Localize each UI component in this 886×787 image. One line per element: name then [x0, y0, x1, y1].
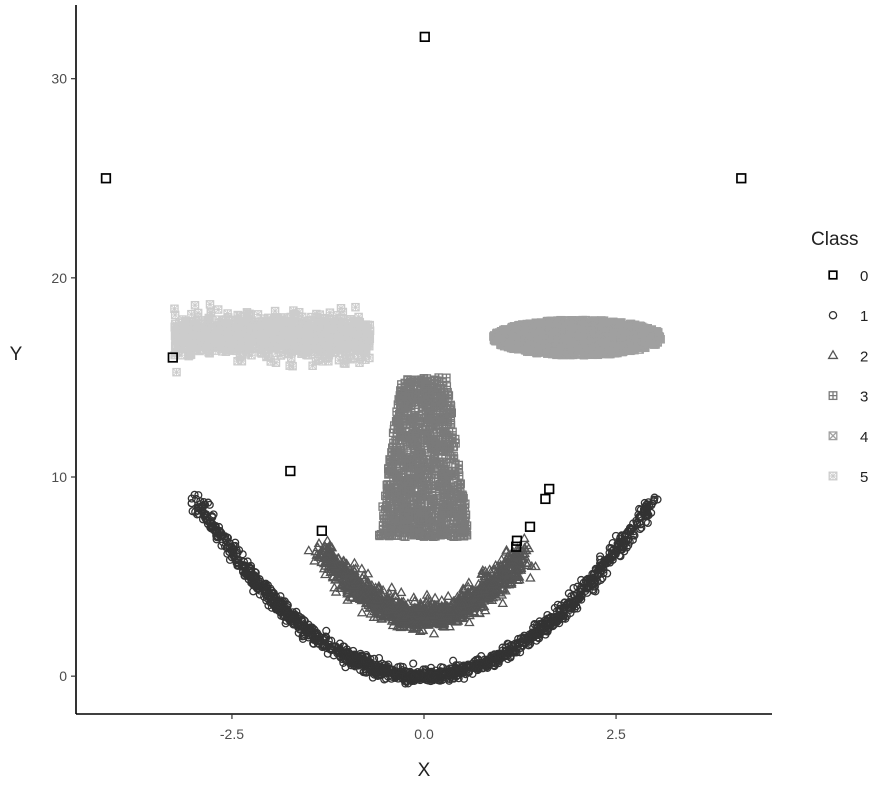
data-point	[244, 333, 254, 342]
data-point	[233, 317, 243, 326]
data-point	[193, 335, 203, 345]
data-point	[257, 348, 267, 358]
series-class-4	[489, 315, 665, 360]
data-point	[342, 342, 352, 351]
data-point	[271, 358, 281, 367]
data-point	[176, 350, 186, 360]
data-point	[204, 347, 213, 357]
data-point	[428, 628, 440, 638]
data-point	[525, 572, 536, 582]
data-point	[365, 330, 374, 340]
data-point	[288, 340, 297, 349]
data-point	[325, 343, 335, 353]
data-point	[395, 586, 407, 597]
data-point	[278, 336, 288, 346]
data-point	[286, 312, 296, 322]
data-point	[356, 607, 368, 617]
data-point	[226, 335, 235, 345]
data-point	[303, 320, 312, 329]
data-point	[339, 359, 349, 368]
data-point	[235, 337, 244, 346]
data-point	[259, 319, 268, 329]
data-point	[269, 335, 279, 345]
data-point	[285, 361, 294, 370]
data-point	[332, 335, 341, 345]
data-point	[299, 346, 308, 356]
data-point	[270, 306, 280, 316]
data-point	[318, 335, 328, 345]
data-point	[196, 345, 205, 355]
data-point	[313, 355, 323, 364]
data-point	[183, 323, 193, 333]
data-point	[207, 338, 217, 348]
data-point	[362, 348, 371, 358]
data-point	[324, 314, 334, 323]
series-class-5	[170, 300, 375, 377]
scatter-chart: -2.5 0.0 2.5 0102030 X Y Class 012345	[10, 5, 868, 781]
data-point	[338, 349, 347, 359]
series-class-3	[374, 373, 472, 541]
data-point	[324, 322, 333, 331]
data-point	[172, 367, 181, 377]
data-point	[245, 309, 254, 319]
data-point	[223, 313, 233, 322]
data-point	[204, 313, 214, 323]
data-point	[213, 305, 223, 314]
data-point	[170, 304, 179, 314]
data-point	[287, 353, 296, 362]
data-point	[237, 323, 247, 333]
data-point	[178, 343, 187, 353]
data-point	[273, 323, 282, 333]
data-point	[349, 557, 360, 567]
data-point	[309, 347, 319, 356]
data-point	[349, 353, 359, 363]
data-point	[205, 300, 215, 309]
data-point	[288, 324, 298, 333]
data-point	[244, 344, 254, 353]
series-class-2	[303, 532, 541, 638]
data-point	[350, 320, 360, 330]
data-point	[386, 582, 397, 592]
data-point	[303, 545, 315, 555]
data-point	[351, 302, 360, 312]
data-point	[429, 592, 441, 602]
data-point	[442, 590, 454, 600]
data-point	[220, 328, 229, 338]
data-point	[352, 342, 361, 352]
data-point	[190, 300, 200, 310]
data-point	[247, 351, 256, 360]
points-layer	[100, 31, 747, 688]
data-point	[252, 332, 262, 341]
data-point	[298, 332, 308, 341]
data-point	[175, 323, 185, 333]
data-point	[344, 330, 353, 339]
data-point	[236, 351, 245, 361]
data-point	[208, 328, 218, 338]
